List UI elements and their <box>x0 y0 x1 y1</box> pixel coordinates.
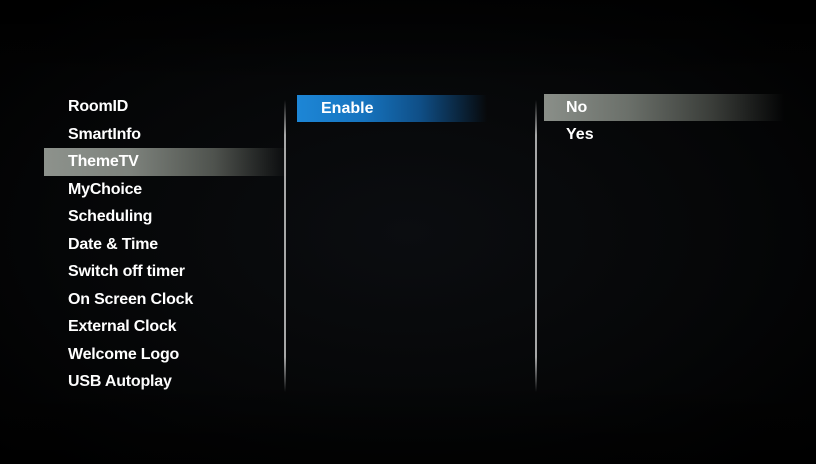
menu-item-usb-autoplay[interactable]: USB Autoplay <box>44 368 288 396</box>
tv-settings-screen: RoomID SmartInfo ThemeTV MyChoice Schedu… <box>0 0 816 464</box>
submenu: Enable <box>297 95 487 122</box>
option-yes[interactable]: Yes <box>544 121 784 148</box>
menu-item-welcome-logo[interactable]: Welcome Logo <box>44 341 288 369</box>
submenu-item-enable[interactable]: Enable <box>297 95 487 122</box>
menu-item-switch-off-timer[interactable]: Switch off timer <box>44 258 288 286</box>
menu-item-on-screen-clock[interactable]: On Screen Clock <box>44 286 288 314</box>
column-divider-left <box>284 100 286 392</box>
menu-item-external-clock[interactable]: External Clock <box>44 313 288 341</box>
menu-item-mychoice[interactable]: MyChoice <box>44 176 288 204</box>
options-list: No Yes <box>544 94 784 148</box>
menu-item-date-time[interactable]: Date & Time <box>44 231 288 259</box>
menu-item-roomid[interactable]: RoomID <box>44 93 288 121</box>
menu-item-themetv[interactable]: ThemeTV <box>44 148 288 176</box>
menu-item-scheduling[interactable]: Scheduling <box>44 203 288 231</box>
option-no[interactable]: No <box>544 94 784 121</box>
column-divider-right <box>535 100 537 392</box>
main-menu: RoomID SmartInfo ThemeTV MyChoice Schedu… <box>44 93 288 396</box>
menu-item-smartinfo[interactable]: SmartInfo <box>44 121 288 149</box>
